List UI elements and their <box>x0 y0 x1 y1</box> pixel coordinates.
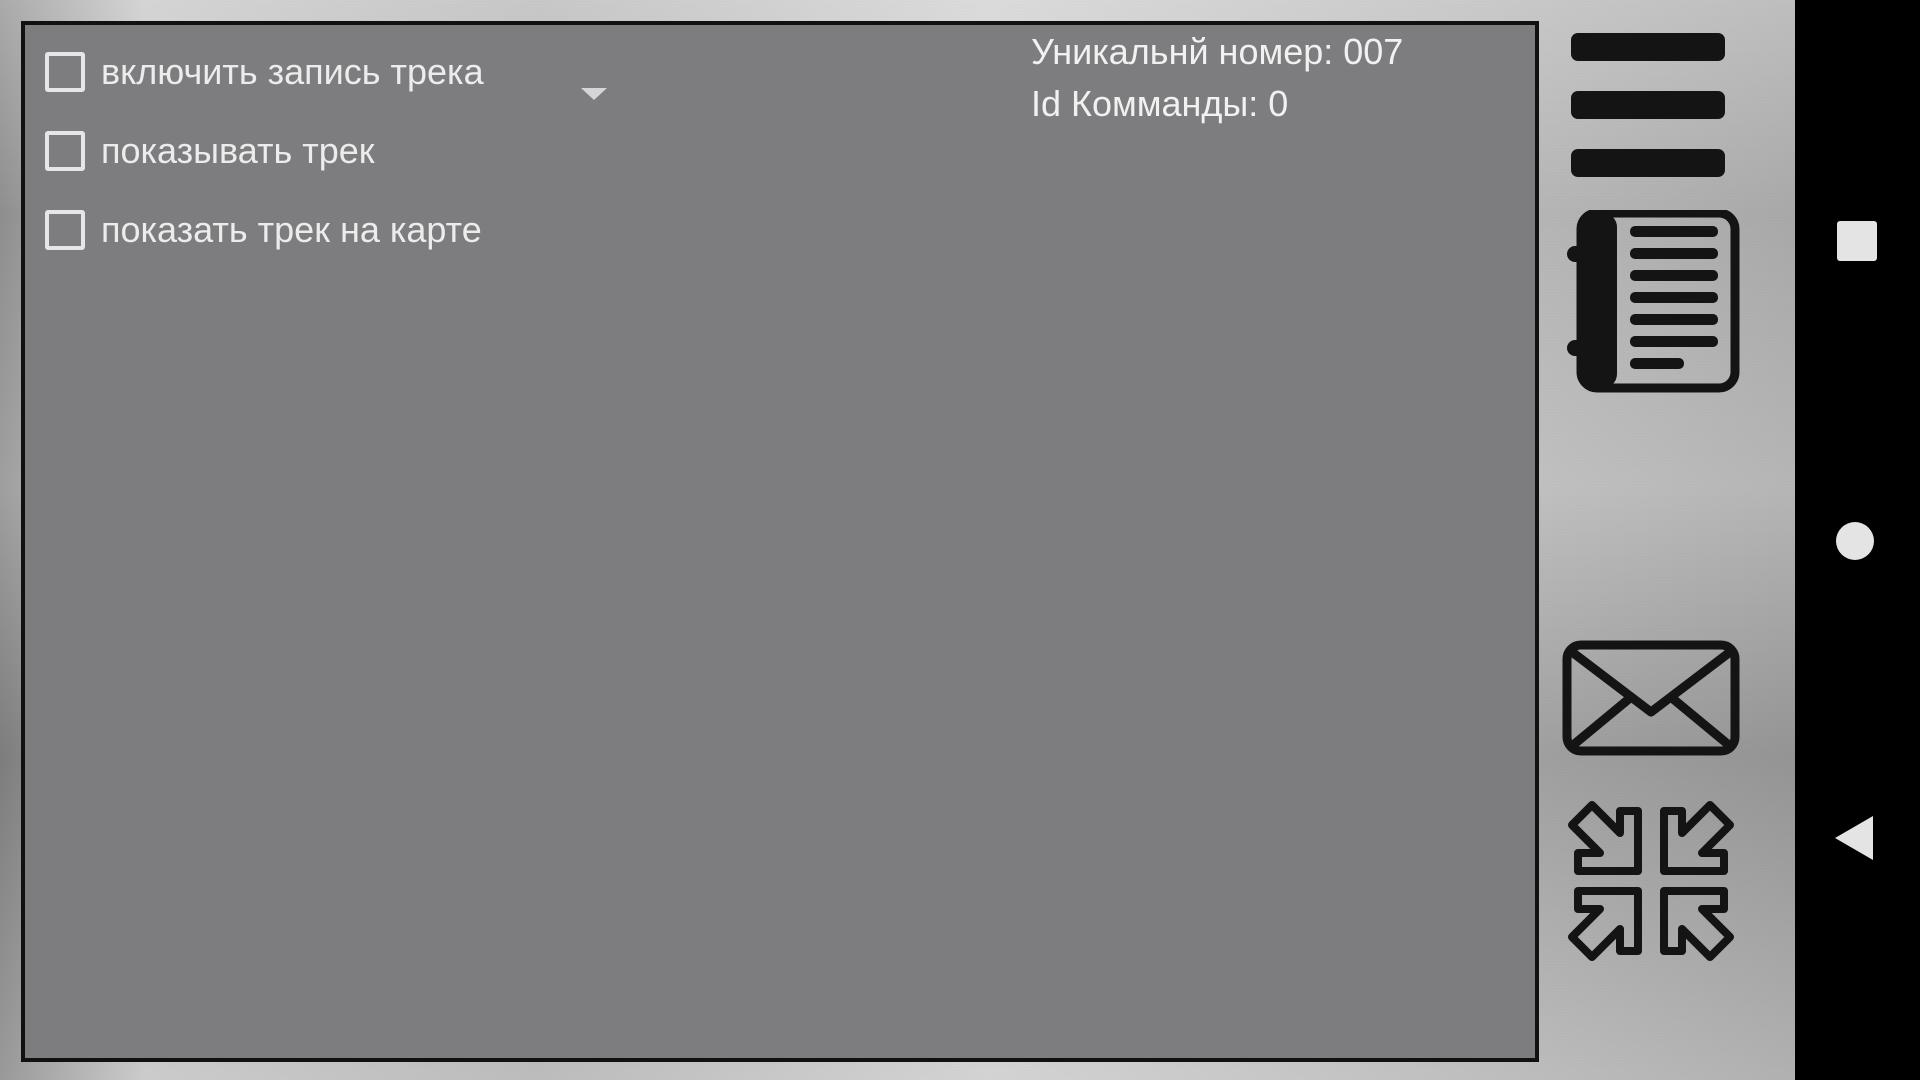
collapse-button[interactable] <box>1562 795 1740 967</box>
app-screen: включить запись трека показывать трек по… <box>0 0 1920 1080</box>
enable-track-recording-checkbox[interactable] <box>45 52 85 92</box>
enable-track-recording-label[interactable]: включить запись трека <box>101 51 484 93</box>
show-track-label[interactable]: показывать трек <box>101 130 375 172</box>
option-enable-track-recording[interactable]: включить запись трека <box>45 47 484 97</box>
team-id-text: Id Комманды: 0 <box>1031 83 1289 124</box>
menu-button[interactable] <box>1571 33 1725 179</box>
show-track-on-map-label[interactable]: показать трек на карте <box>101 209 482 251</box>
show-track-on-map-checkbox[interactable] <box>45 210 85 250</box>
collapse-arrows-icon <box>1568 801 1734 961</box>
system-navigation-bar <box>1795 0 1920 1080</box>
option-show-track[interactable]: показывать трек <box>45 126 375 176</box>
dropdown-arrow-icon[interactable] <box>581 88 607 100</box>
unique-number-text: Уникальнй номер: 007 <box>1031 31 1404 72</box>
envelope-icon <box>1562 640 1740 756</box>
show-track-checkbox[interactable] <box>45 131 85 171</box>
main-panel: включить запись трека показывать трек по… <box>21 21 1539 1062</box>
option-show-track-on-map[interactable]: показать трек на карте <box>45 205 482 255</box>
messages-button[interactable] <box>1562 640 1740 756</box>
recents-square-icon[interactable] <box>1837 221 1877 261</box>
notebook-icon <box>1567 208 1740 393</box>
back-triangle-icon[interactable] <box>1835 816 1873 860</box>
home-circle-icon[interactable] <box>1836 522 1874 560</box>
notebook-button[interactable] <box>1562 208 1742 394</box>
